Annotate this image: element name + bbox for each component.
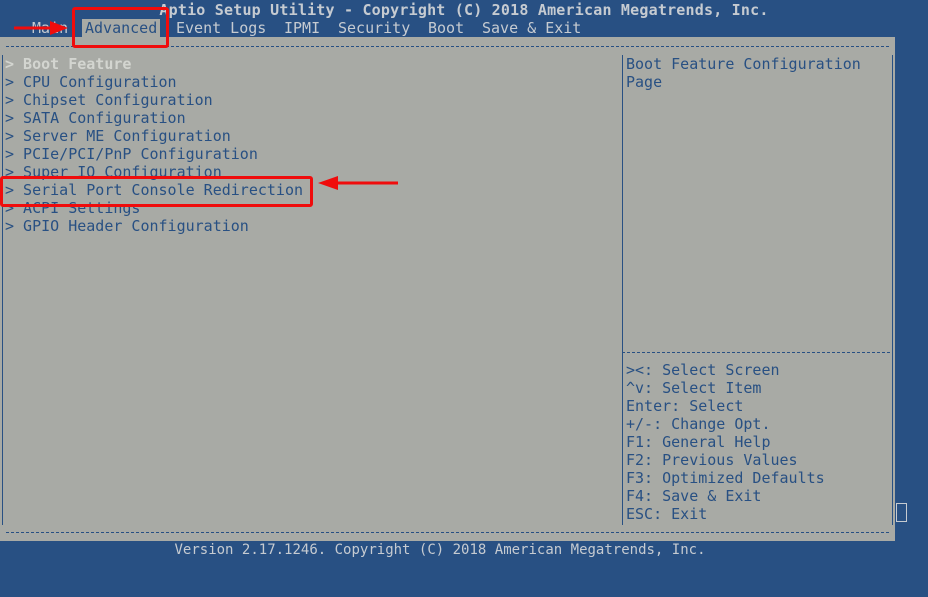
- menu-item-chipset-configuration[interactable]: > Chipset Configuration: [5, 91, 213, 109]
- help-key-enter: Enter: Select: [626, 397, 744, 415]
- menu-item-super-io-configuration[interactable]: > Super IO Configuration: [5, 163, 222, 181]
- menu-item-serial-port-console-redirection[interactable]: > Serial Port Console Redirection: [5, 181, 303, 199]
- app-title: Aptio Setup Utility - Copyright (C) 2018…: [159, 1, 769, 19]
- column-divider: [622, 55, 623, 525]
- main-panel: > Boot Feature > CPU Configuration > Chi…: [0, 37, 895, 541]
- right-border: [892, 55, 893, 525]
- menu-item-sata-configuration[interactable]: > SATA Configuration: [5, 109, 186, 127]
- version-footer: Version 2.17.1246. Copyright (C) 2018 Am…: [174, 542, 706, 558]
- help-key-f4: F4: Save & Exit: [626, 487, 762, 505]
- top-border: [6, 46, 889, 47]
- help-key-select-item: ^v: Select Item: [626, 379, 762, 397]
- menu-item-cpu-configuration[interactable]: > CPU Configuration: [5, 73, 177, 91]
- menu-item-gpio-header-configuration[interactable]: > GPIO Header Configuration: [5, 217, 249, 235]
- bottom-border: [6, 532, 889, 533]
- menu-item-acpi-settings[interactable]: > ACPI Settings: [5, 199, 140, 217]
- menu-item-pcie-pci-pnp-configuration[interactable]: > PCIe/PCI/PnP Configuration: [5, 145, 258, 163]
- help-key-f3: F3: Optimized Defaults: [626, 469, 825, 487]
- tab-ipmi[interactable]: IPMI: [281, 19, 323, 37]
- left-border: [2, 55, 3, 525]
- text-cursor: [896, 503, 907, 522]
- help-key-f1: F1: General Help: [626, 433, 771, 451]
- help-key-f2: F2: Previous Values: [626, 451, 798, 469]
- tab-advanced[interactable]: Advanced: [82, 19, 161, 37]
- tab-security[interactable]: Security: [335, 19, 413, 37]
- help-divider: [622, 352, 890, 353]
- tab-save-exit[interactable]: Save & Exit: [479, 19, 584, 37]
- tab-boot[interactable]: Boot: [425, 19, 467, 37]
- help-key-change-opt: +/-: Change Opt.: [626, 415, 771, 433]
- help-description-line: Page: [626, 73, 663, 91]
- menu-item-server-me-configuration[interactable]: > Server ME Configuration: [5, 127, 231, 145]
- help-key-esc: ESC: Exit: [626, 505, 708, 523]
- help-key-select-screen: ><: Select Screen: [626, 361, 780, 379]
- tab-main[interactable]: Main: [29, 19, 71, 37]
- menu-item-boot-feature[interactable]: > Boot Feature: [5, 55, 131, 73]
- help-description-line: Boot Feature Configuration: [626, 55, 861, 73]
- tab-event-logs[interactable]: Event Logs: [173, 19, 269, 37]
